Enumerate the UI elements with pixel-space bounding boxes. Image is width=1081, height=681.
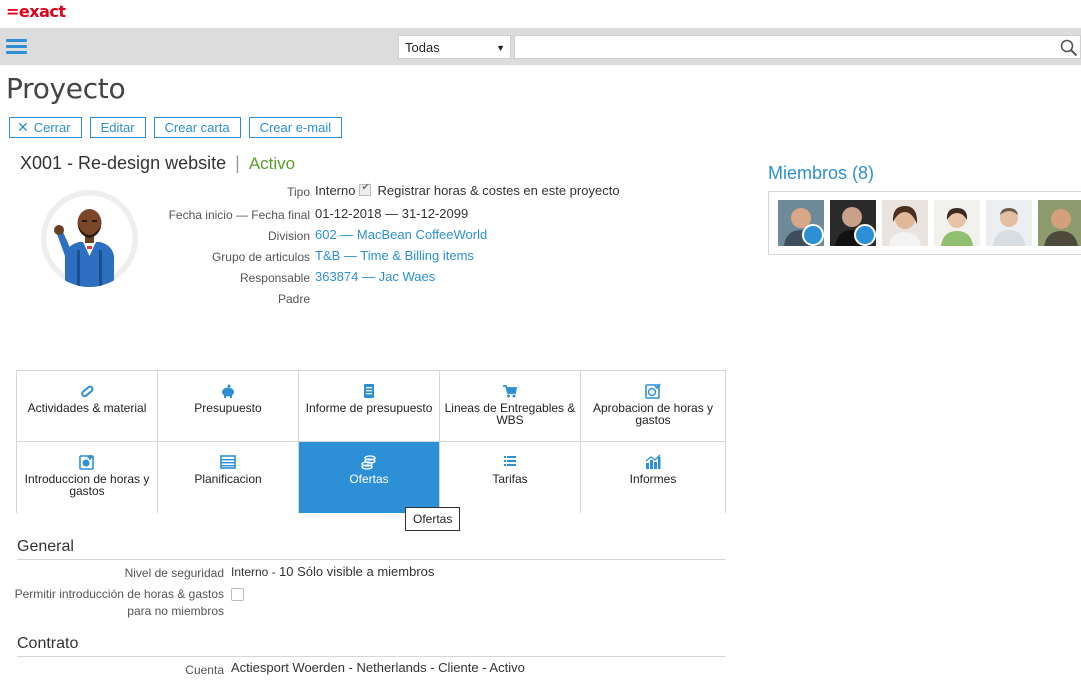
members-panel xyxy=(768,191,1081,255)
allow-nonmember-label: Permitir introducción de horas & gastos … xyxy=(14,587,224,618)
edit-button[interactable]: Editar xyxy=(89,117,146,138)
tile-label: Informe de presupuesto xyxy=(305,401,433,415)
tile-activities[interactable]: Actividades & material xyxy=(17,371,158,442)
tile-label: Introduccion de horas y gastos xyxy=(24,472,150,498)
close-button-label: Cerrar xyxy=(33,120,71,135)
search-input[interactable] xyxy=(514,35,1081,59)
project-name: X001 - Re-design website xyxy=(20,153,227,173)
section-general-title: General xyxy=(17,538,74,555)
close-button[interactable]: ✕ Cerrar xyxy=(9,117,82,138)
tile-budget[interactable]: Presupuesto xyxy=(158,371,299,442)
section-contract-title: Contrato xyxy=(17,635,79,652)
prop-label: Grupo de articulos xyxy=(211,250,310,264)
prop-label: Responsable xyxy=(239,271,310,285)
member-avatar[interactable] xyxy=(882,200,928,246)
member-avatar[interactable] xyxy=(1038,200,1081,246)
tile-label: Ofertas xyxy=(349,472,389,486)
hamburger-menu-icon[interactable] xyxy=(6,39,27,54)
approve-clock-icon xyxy=(645,383,661,399)
clock-entry-icon xyxy=(79,455,94,470)
cart-icon xyxy=(503,385,518,398)
create-email-button[interactable]: Crear e-mail xyxy=(248,117,343,138)
tile-label: Tarifas xyxy=(492,472,528,486)
tile-label: Informes xyxy=(629,472,677,486)
section-divider xyxy=(17,656,725,657)
prop-label: Tipo xyxy=(287,185,310,199)
section-divider xyxy=(17,559,725,560)
tooltip: Ofertas xyxy=(405,507,461,531)
person-illustration-icon xyxy=(41,190,138,287)
planning-icon xyxy=(220,455,236,469)
item-group-link[interactable]: T&B — Time & Billing items xyxy=(315,248,474,263)
tile-budget-report[interactable]: Informe de presupuesto xyxy=(299,371,440,442)
tile-label: Planificacion xyxy=(194,472,262,486)
create-letter-button[interactable]: Crear carta xyxy=(153,117,241,138)
division-link[interactable]: 602 — MacBean CoffeeWorld xyxy=(315,227,487,242)
search-scope-value: Todas xyxy=(405,40,440,55)
project-avatar xyxy=(41,190,138,287)
tile-planning[interactable]: Planificacion xyxy=(158,442,299,513)
coins-icon xyxy=(361,455,376,470)
prop-label: Division xyxy=(267,229,310,243)
tile-offers[interactable]: Ofertas xyxy=(299,442,440,513)
security-level-value: Interno - 10 Sólo visible a miembros xyxy=(231,564,434,579)
member-avatar[interactable] xyxy=(986,200,1032,246)
tile-reports[interactable]: Informes xyxy=(581,442,725,513)
tile-deliverables[interactable]: Lineas de Entregables & WBS xyxy=(440,371,581,442)
prop-value-text: Interno xyxy=(315,183,356,198)
member-avatar[interactable] xyxy=(778,200,824,246)
list-icon xyxy=(504,456,516,466)
account-label: Cuenta xyxy=(185,663,224,677)
tile-label: Actividades & material xyxy=(27,401,147,415)
tile-label: Lineas de Entregables & WBS xyxy=(444,401,576,427)
brand-bar: =exact xyxy=(0,0,1081,28)
member-avatar[interactable] xyxy=(830,200,876,246)
heading-separator: | xyxy=(235,153,240,173)
action-bar: ✕ Cerrar Editar Crear carta Crear e-mail xyxy=(9,117,343,138)
security-level-type: Interno - xyxy=(231,565,280,579)
search-scope-select[interactable]: Todas ▼ xyxy=(398,35,511,59)
report-book-icon xyxy=(364,384,374,398)
security-level-label: Nivel de seguridad xyxy=(124,566,224,580)
user-badge-icon xyxy=(802,224,824,246)
tile-approval[interactable]: Aprobacion de horas y gastos xyxy=(581,371,725,442)
allow-nonmember-checkbox[interactable] xyxy=(231,588,244,601)
security-level-number: 10 xyxy=(279,564,294,579)
close-icon: ✕ xyxy=(17,119,29,135)
members-title[interactable]: Miembros (8) xyxy=(768,163,874,184)
bar-chart-icon xyxy=(645,454,661,469)
project-tiles: Actividades & material Presupuesto Infor… xyxy=(16,370,726,513)
project-heading: X001 - Re-design website | Activo xyxy=(20,153,295,174)
top-bar: Todas ▼ xyxy=(0,28,1081,65)
pill-icon xyxy=(81,385,94,398)
tile-label: Presupuesto xyxy=(194,401,262,415)
security-level-desc: Sólo visible a miembros xyxy=(293,564,435,579)
account-link[interactable]: Actiesport Woerden - Netherlands - Clien… xyxy=(231,660,525,675)
prop-label: Padre xyxy=(277,292,310,306)
piggy-bank-icon xyxy=(222,384,234,398)
tile-time-entry[interactable]: Introduccion de horas y gastos xyxy=(17,442,158,513)
register-hours-checkbox[interactable] xyxy=(359,182,372,196)
tile-label: Aprobacion de horas y gastos xyxy=(592,401,714,427)
exact-logo[interactable]: =exact xyxy=(6,2,66,21)
responsible-link[interactable]: 363874 — Jac Waes xyxy=(315,269,435,284)
dropdown-caret-icon: ▼ xyxy=(496,43,505,53)
prop-label: Fecha inicio — Fecha final xyxy=(168,208,310,222)
status-badge: Activo xyxy=(248,154,296,173)
briefcase-badge-icon xyxy=(854,224,876,246)
search-icon[interactable] xyxy=(1060,39,1078,57)
tile-rates[interactable]: Tarifas xyxy=(440,442,581,513)
prop-value-fechas: 01-12-2018 — 31-12-2099 xyxy=(315,206,469,221)
register-hours-label: Registrar horas & costes en este proyect… xyxy=(377,183,620,198)
member-avatar[interactable] xyxy=(934,200,980,246)
prop-value-tipo: Interno Registrar horas & costes en este … xyxy=(315,182,620,198)
page-title: Proyecto xyxy=(6,72,126,105)
